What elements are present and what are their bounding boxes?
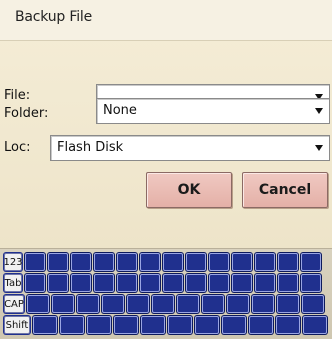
keyboard-key[interactable] [302, 295, 324, 313]
keyboard-key[interactable] [48, 253, 68, 271]
keyboard-key[interactable] [117, 274, 137, 292]
keyboard-key[interactable] [71, 253, 91, 271]
keyboard-key[interactable] [141, 316, 165, 334]
keyboard-key[interactable] [278, 274, 298, 292]
keyboard-key-123[interactable]: 123 [3, 253, 23, 271]
keyboard-key[interactable] [102, 295, 124, 313]
keyboard-key[interactable] [301, 253, 321, 271]
soft-keyboard: 123 Tab CAP Shift [0, 248, 332, 339]
keyboard-key[interactable] [127, 295, 149, 313]
keyboard-key[interactable] [232, 274, 252, 292]
keyboard-key[interactable] [301, 274, 321, 292]
keyboard-key[interactable] [278, 253, 298, 271]
keyboard-key[interactable] [163, 253, 183, 271]
keyboard-key[interactable] [25, 274, 45, 292]
keyboard-key[interactable] [202, 295, 224, 313]
keyboard-key[interactable] [71, 274, 91, 292]
keyboard-key[interactable] [87, 316, 111, 334]
keyboard-key[interactable] [163, 274, 183, 292]
keyboard-key[interactable] [252, 295, 274, 313]
keyboard-key[interactable] [94, 274, 114, 292]
title-bar: Backup File [0, 0, 332, 41]
keyboard-key[interactable] [227, 295, 249, 313]
dialog-title: Backup File [15, 9, 92, 25]
keyboard-key[interactable] [232, 253, 252, 271]
keyboard-key[interactable] [209, 274, 229, 292]
keyboard-key[interactable] [114, 316, 138, 334]
keyboard-key[interactable] [33, 316, 57, 334]
keyboard-key[interactable] [209, 253, 229, 271]
keyboard-key[interactable] [222, 316, 246, 334]
keyboard-key[interactable] [140, 274, 160, 292]
keyboard-key[interactable] [303, 316, 327, 334]
keyboard-key[interactable] [277, 295, 299, 313]
keyboard-key[interactable] [186, 274, 206, 292]
keyboard-key[interactable] [177, 295, 199, 313]
keyboard-key[interactable] [152, 295, 174, 313]
keyboard-key[interactable] [195, 316, 219, 334]
location-dropdown[interactable]: Flash Disk [50, 135, 330, 161]
keyboard-key[interactable] [249, 316, 273, 334]
keyboard-key-tab[interactable]: Tab [4, 274, 22, 292]
folder-dropdown[interactable]: None [96, 98, 330, 124]
location-value: Flash Disk [57, 140, 124, 155]
keyboard-key[interactable] [140, 253, 160, 271]
keyboard-key[interactable] [168, 316, 192, 334]
keyboard-key[interactable] [255, 274, 275, 292]
keyboard-key[interactable] [60, 316, 84, 334]
keyboard-key[interactable] [25, 253, 45, 271]
keyboard-key[interactable] [94, 253, 114, 271]
ok-button[interactable]: OK [146, 172, 232, 208]
keyboard-key[interactable] [27, 295, 49, 313]
keyboard-key[interactable] [52, 295, 74, 313]
keyboard-key[interactable] [276, 316, 300, 334]
keyboard-key[interactable] [48, 274, 68, 292]
keyboard-key[interactable] [77, 295, 99, 313]
folder-value: None [103, 103, 137, 118]
keyboard-key[interactable] [117, 253, 137, 271]
chevron-down-icon [315, 145, 323, 151]
dialog-window: Backup File File: Folder: None Loc: Flas… [0, 0, 332, 339]
folder-label: Folder: [4, 106, 49, 121]
file-label: File: [4, 88, 31, 103]
keyboard-key[interactable] [255, 253, 275, 271]
keyboard-key-shift[interactable]: Shift [4, 316, 30, 334]
keyboard-key[interactable] [186, 253, 206, 271]
chevron-down-icon [315, 108, 323, 114]
loc-label: Loc: [4, 140, 31, 155]
keyboard-key-cap[interactable]: CAP [4, 295, 24, 313]
cancel-button[interactable]: Cancel [242, 172, 328, 208]
